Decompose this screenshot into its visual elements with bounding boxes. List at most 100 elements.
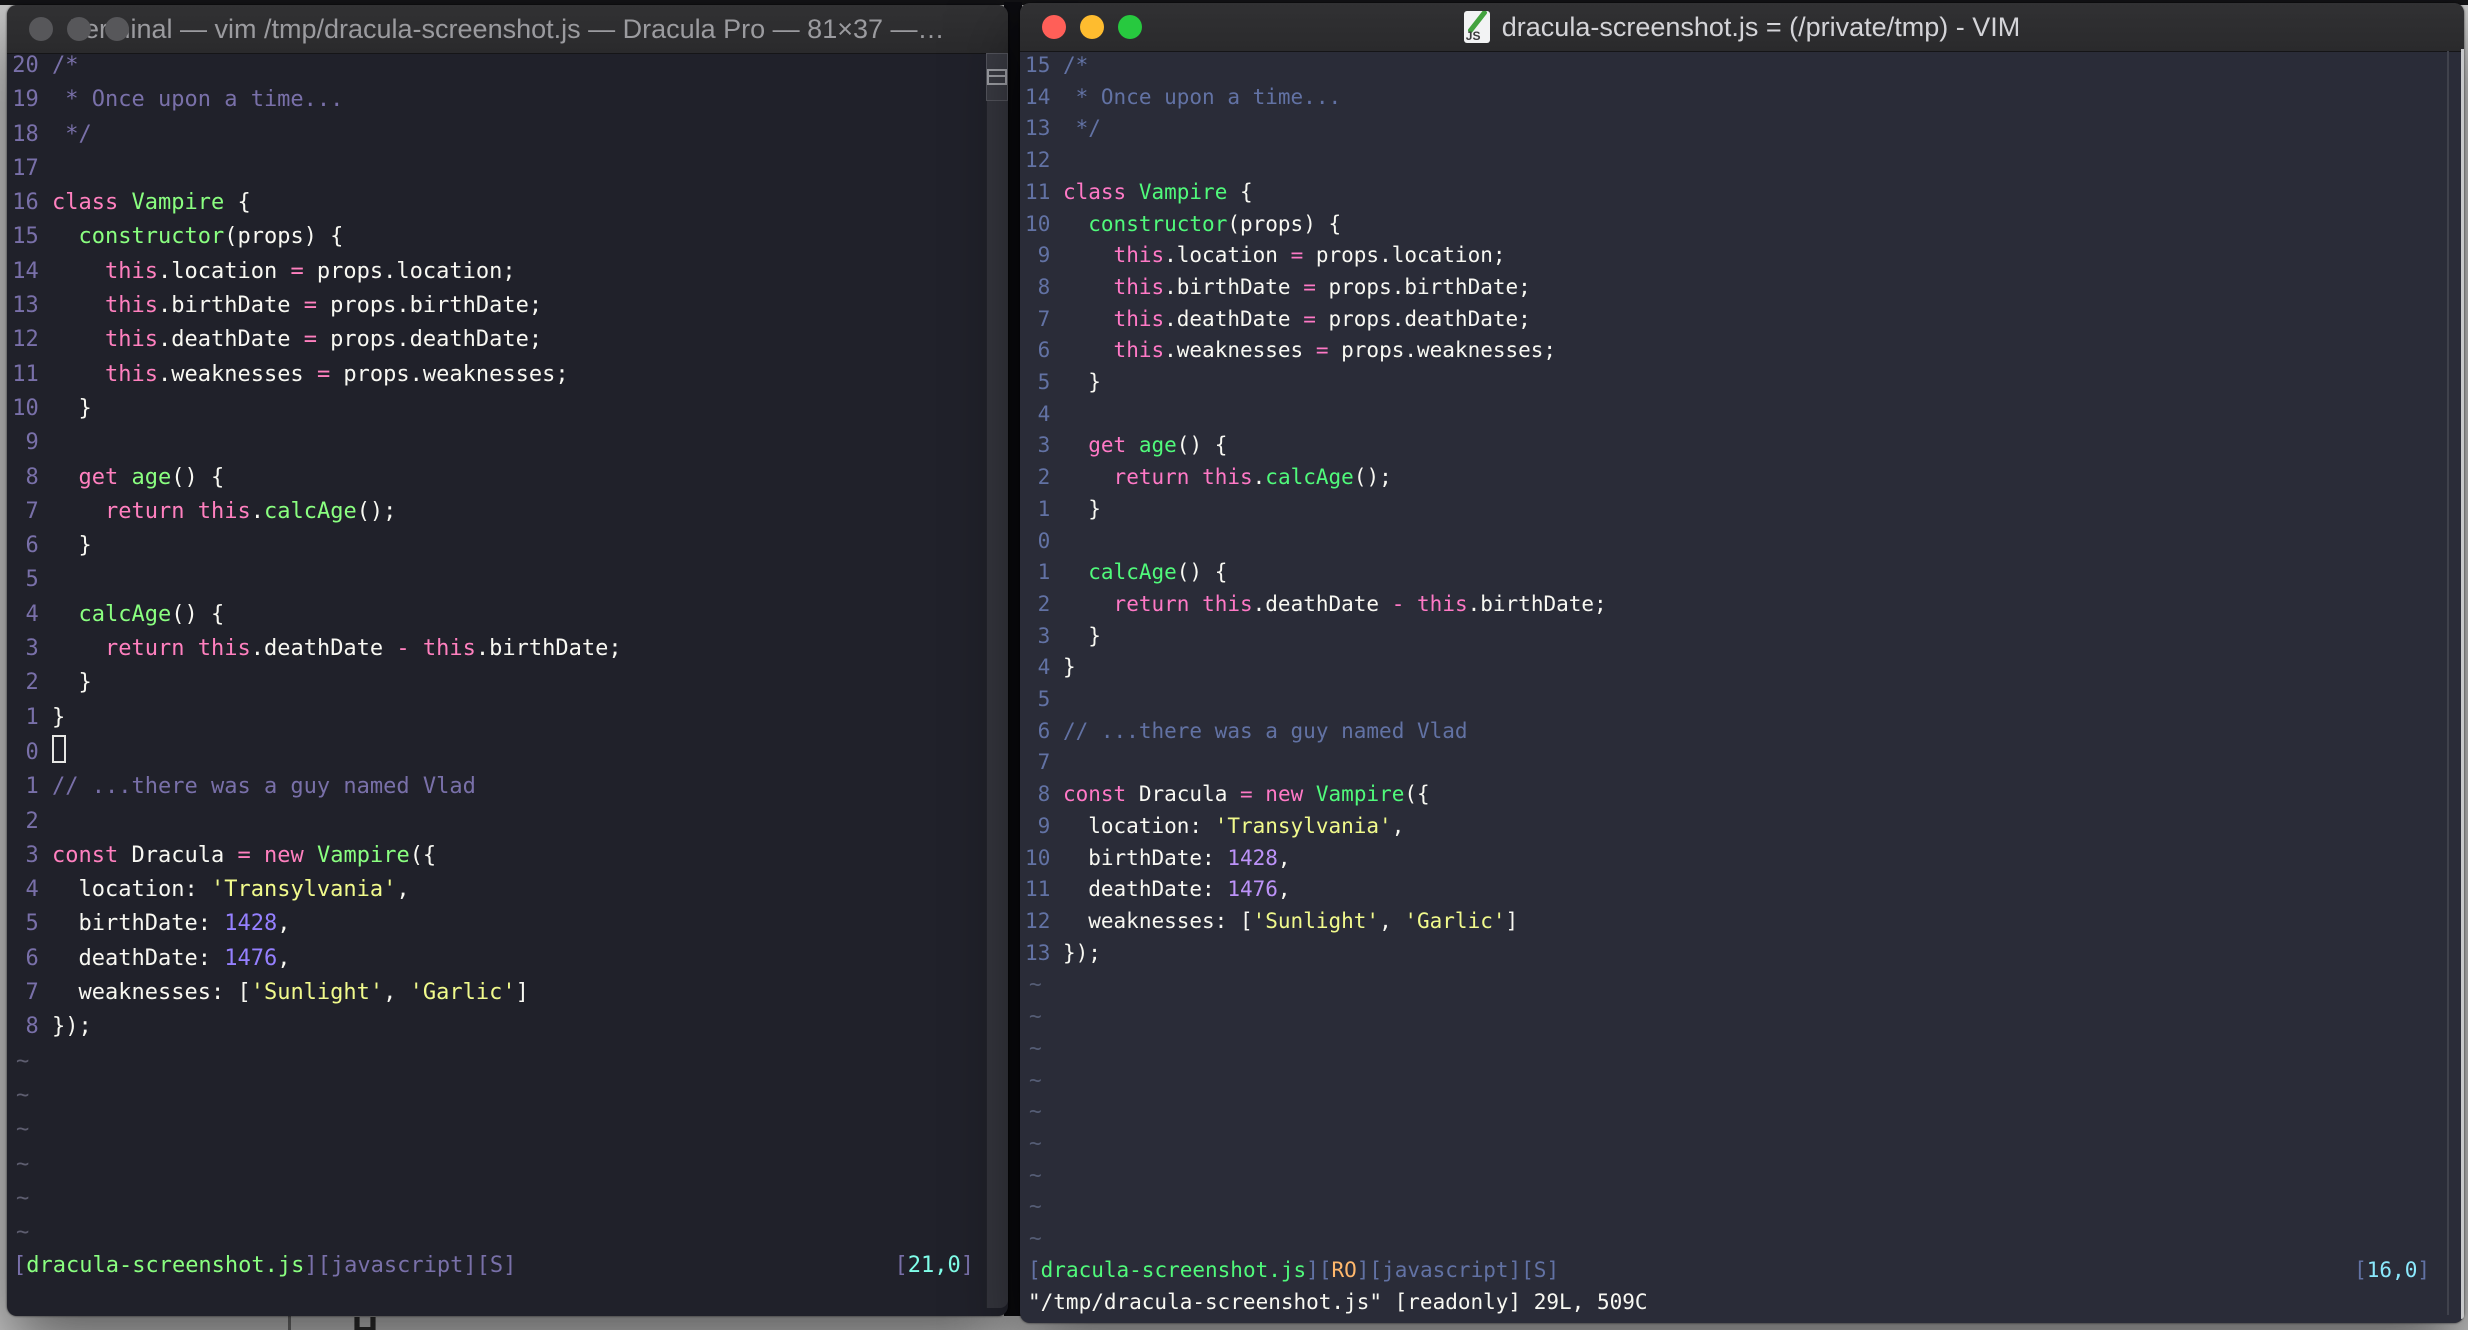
empty-line-tilde: ~ xyxy=(16,1220,30,1246)
code-line: 3 const Dracula = new Vampire({ xyxy=(7,839,986,873)
window-controls xyxy=(1042,15,1142,39)
line-number: 12 xyxy=(12,327,39,353)
terminal-titlebar[interactable]: Terminal — vim /tmp/dracula-screenshot.j… xyxy=(7,5,1008,54)
code-line: 14 * Once upon a time... xyxy=(1020,82,2440,114)
line-number: 1 xyxy=(25,704,39,730)
code-line: 2 return this.calcAge(); xyxy=(1020,462,2440,494)
code-line: 8 const Dracula = new Vampire({ xyxy=(1020,779,2440,811)
line-number: 11 xyxy=(12,361,39,387)
vim-buffer-right[interactable]: 15/* 14 * Once upon a time... 13 */12 11 cla… xyxy=(1020,50,2440,1255)
line-number: 6 xyxy=(1037,718,1051,743)
line-number: 18 xyxy=(12,121,39,147)
scrollbar-divider xyxy=(2447,51,2449,1315)
empty-line-tilde: ~ xyxy=(1029,1194,1042,1219)
js-document-icon: JS xyxy=(1463,11,1490,43)
code-line: 7 this.deathDate = props.deathDate; xyxy=(1020,304,2440,336)
terminal-scrollbar[interactable] xyxy=(986,53,1008,1308)
line-number: 5 xyxy=(1037,370,1051,395)
line-number: 9 xyxy=(1037,243,1051,268)
vim-statusline-left: [dracula-screenshot.js][javascript][S] [… xyxy=(7,1249,986,1283)
code-line: 10 constructor(props) { xyxy=(1020,209,2440,241)
code-line: 4} xyxy=(1020,652,2440,684)
line-number: 4 xyxy=(1037,401,1051,426)
macvim-window[interactable]: JS dracula-screenshot.js = (/private/tmp… xyxy=(1020,3,2464,1323)
vim-cursor xyxy=(52,734,67,763)
line-number: 4 xyxy=(25,877,39,903)
empty-line-tilde: ~ xyxy=(1029,1162,1042,1187)
line-number: 6 xyxy=(1037,338,1051,363)
split-pane-button[interactable] xyxy=(986,53,1008,101)
code-line: 18 */ xyxy=(7,118,986,152)
window-controls xyxy=(29,17,129,41)
code-line: 5 } xyxy=(1020,367,2440,399)
code-line: 20/* xyxy=(7,49,986,83)
line-number: 19 xyxy=(12,87,39,113)
zoom-button[interactable] xyxy=(105,17,129,41)
code-line: 9 location: 'Transylvania', xyxy=(1020,811,2440,843)
code-line: 4 calcAge() { xyxy=(7,598,986,632)
window-title: JS dracula-screenshot.js = (/private/tmp… xyxy=(1020,11,2464,43)
code-line: 1 } xyxy=(1020,494,2440,526)
vim-buffer-left[interactable]: 20/* 19 * Once upon a time... 18 */17 16 cla… xyxy=(7,49,986,1250)
code-line: 12 xyxy=(1020,145,2440,177)
code-line: 16 class Vampire { xyxy=(7,186,986,220)
line-number: 4 xyxy=(25,601,39,627)
code-line: 6 this.weaknesses = props.weaknesses; xyxy=(1020,335,2440,367)
line-number: 13 xyxy=(12,293,39,319)
line-number: 0 xyxy=(1037,528,1051,553)
empty-line-tilde: ~ xyxy=(16,1117,30,1143)
code-line: 12 this.deathDate = props.deathDate; xyxy=(7,323,986,357)
macvim-titlebar[interactable]: JS dracula-screenshot.js = (/private/tmp… xyxy=(1020,3,2464,52)
line-number: 1 xyxy=(1037,496,1051,521)
empty-line-tilde: ~ xyxy=(1029,1099,1042,1124)
line-number: 14 xyxy=(1025,84,1051,109)
line-number: 5 xyxy=(25,567,39,593)
line-number: 2 xyxy=(1037,591,1051,616)
split-pane-icon xyxy=(987,69,1007,85)
line-number: 9 xyxy=(25,430,39,456)
code-line: 6 } xyxy=(7,529,986,563)
code-line: 17 xyxy=(7,152,986,186)
minimize-button[interactable] xyxy=(1080,15,1104,39)
code-line: 9 this.location = props.location; xyxy=(1020,240,2440,272)
close-button[interactable] xyxy=(1042,15,1066,39)
code-line: 15/* xyxy=(1020,50,2440,82)
empty-line-tilde: ~ xyxy=(1029,1226,1042,1251)
line-number: 6 xyxy=(25,533,39,559)
line-number: 8 xyxy=(1037,274,1051,299)
window-title-text: dracula-screenshot.js = (/private/tmp) -… xyxy=(1501,11,2021,42)
statusline-file-info: [dracula-screenshot.js][javascript][S] xyxy=(13,1253,517,1278)
code-line: 8 this.birthDate = props.birthDate; xyxy=(1020,272,2440,304)
code-line: 0 xyxy=(1020,526,2440,558)
code-line: 9 xyxy=(7,426,986,460)
empty-line-tilde: ~ xyxy=(16,1082,30,1108)
code-line: 5 xyxy=(7,563,986,597)
window-title: Terminal — vim /tmp/dracula-screenshot.j… xyxy=(70,13,945,44)
code-line: 15 constructor(props) { xyxy=(7,220,986,254)
code-line: 12 weaknesses: ['Sunlight', 'Garlic'] xyxy=(1020,906,2440,938)
code-line: 7 weaknesses: ['Sunlight', 'Garlic'] xyxy=(7,976,986,1010)
line-number: 11 xyxy=(1025,179,1051,204)
line-number: 3 xyxy=(25,636,39,662)
line-number: 6 xyxy=(25,945,39,971)
line-number: 2 xyxy=(25,808,39,834)
line-number: 17 xyxy=(12,155,39,181)
line-number: 11 xyxy=(1025,877,1051,902)
window-right-edge xyxy=(2461,49,2464,1319)
close-button[interactable] xyxy=(29,17,53,41)
code-line: 6// ...there was a guy named Vlad xyxy=(1020,716,2440,748)
line-number: 12 xyxy=(1025,908,1051,933)
minimize-button[interactable] xyxy=(67,17,91,41)
terminal-window[interactable]: Terminal — vim /tmp/dracula-screenshot.j… xyxy=(7,5,1008,1316)
zoom-button[interactable] xyxy=(1118,15,1142,39)
line-number: 3 xyxy=(1037,433,1051,458)
vim-cmdline-right: "/tmp/dracula-screenshot.js" [readonly] … xyxy=(1028,1290,1648,1314)
statusline-cursor-position: [16,0] xyxy=(2354,1258,2430,1282)
line-number: 14 xyxy=(12,258,39,284)
code-line: 3 } xyxy=(1020,621,2440,653)
line-number: 13 xyxy=(1025,116,1051,141)
code-line: 11 deathDate: 1476, xyxy=(1020,874,2440,906)
empty-line-tilde: ~ xyxy=(1029,1035,1042,1060)
code-line: 2 xyxy=(7,805,986,839)
code-line: 13 this.birthDate = props.birthDate; xyxy=(7,289,986,323)
